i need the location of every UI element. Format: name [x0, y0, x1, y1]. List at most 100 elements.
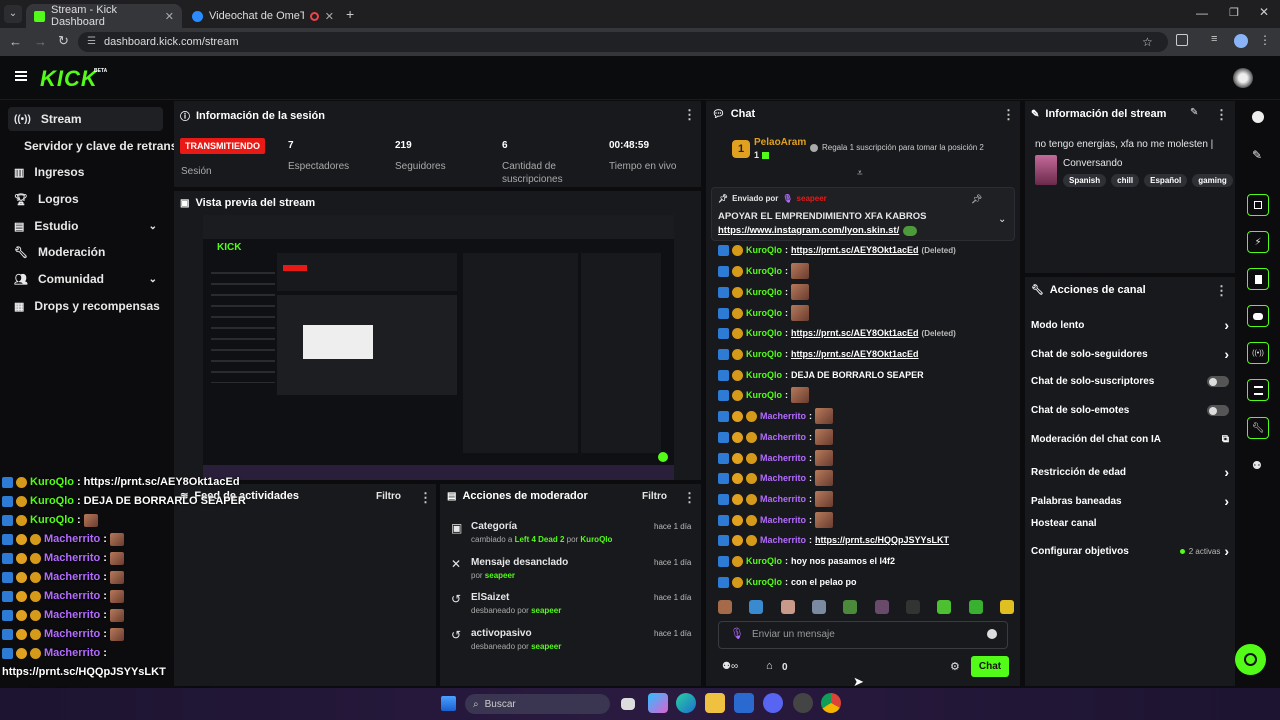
tag-chip[interactable]: Español: [1144, 174, 1188, 187]
forward-icon[interactable]: →: [34, 34, 47, 49]
chat-username[interactable]: KuroQlo: [746, 245, 782, 255]
emoji-picker-icon[interactable]: [987, 629, 997, 639]
rail-button-wrench-icon[interactable]: 🔧︎: [1247, 417, 1269, 439]
steam-icon[interactable]: [793, 693, 813, 713]
channel-actions-menu-icon[interactable]: ⋮: [1215, 283, 1228, 299]
profile-icon[interactable]: [1234, 34, 1248, 48]
sidebar-item-stream[interactable]: ((•)) Stream: [8, 107, 163, 131]
rail-button-broadcast-icon[interactable]: ((•)): [1247, 342, 1269, 364]
toggle-switch[interactable]: [1207, 405, 1229, 416]
sidebar-item-ingresos[interactable]: ▥ Ingresos: [8, 160, 163, 184]
chat-text[interactable]: https://prnt.sc/AEY8Okt1acEd: [791, 349, 919, 359]
reload-icon[interactable]: ↻: [58, 33, 69, 49]
taskbar-search[interactable]: ⌕ Buscar: [465, 694, 610, 714]
chat-username[interactable]: Macherrito: [760, 535, 806, 545]
close-tab-icon[interactable]: ✕: [325, 10, 334, 23]
community-tools-icon[interactable]: ⚉∞: [722, 661, 738, 672]
chat-username[interactable]: Macherrito: [760, 411, 806, 421]
chat-text[interactable]: https://prnt.sc/HQQpJSYYsLKT: [815, 535, 949, 545]
collapse-icon[interactable]: ⩡: [857, 168, 863, 179]
channel-action-row[interactable]: Chat de solo-emotes: [1031, 405, 1229, 416]
emote-icon[interactable]: [968, 600, 983, 614]
gift-sub-cta[interactable]: Regala 1 suscripción para tomar la posic…: [810, 143, 984, 152]
channel-action-row[interactable]: Hostear canal: [1031, 518, 1229, 529]
channel-action-row[interactable]: Palabras baneadas ›: [1031, 493, 1229, 509]
rail-button-chat-icon[interactable]: [1247, 305, 1269, 327]
sidebar-item-estudio[interactable]: ▤ Estudio ⌄: [8, 214, 163, 238]
sidebar-item-comunidad[interactable]: 👥︎ Comunidad ⌄: [8, 267, 163, 291]
mod-menu-icon[interactable]: ⋮: [683, 490, 696, 506]
discord-icon[interactable]: [763, 693, 783, 713]
tag-chip[interactable]: gaming: [1192, 174, 1233, 187]
tab-list-dropdown-icon[interactable]: ⌄: [4, 5, 22, 23]
edge-icon[interactable]: [676, 693, 696, 713]
emote-icon[interactable]: [811, 600, 826, 614]
maximize-icon[interactable]: ❐: [1229, 6, 1239, 19]
chat-settings-icon[interactable]: ⚙: [950, 660, 960, 673]
kick-logo[interactable]: KICK: [40, 66, 98, 92]
copilot-icon[interactable]: [648, 693, 668, 713]
emote-icon[interactable]: [780, 600, 795, 614]
unpin-button-icon[interactable]: 📌︎: [971, 194, 982, 205]
site-info-icon[interactable]: ☰: [87, 32, 96, 52]
chat-username[interactable]: KuroQlo: [746, 308, 782, 318]
emote-icon[interactable]: [905, 600, 920, 614]
gifter-name[interactable]: PelaoAram: [754, 137, 806, 148]
user-avatar[interactable]: [1233, 68, 1253, 88]
rail-button-list-icon[interactable]: [1247, 379, 1269, 401]
emote-icon[interactable]: [874, 600, 889, 614]
chat-username[interactable]: KuroQlo: [746, 328, 782, 338]
tab-kick-dashboard[interactable]: Stream - Kick Dashboard ✕: [26, 4, 182, 28]
emote-icon[interactable]: [749, 600, 764, 614]
rail-button-doc-icon[interactable]: [1247, 268, 1269, 290]
windows-start-icon[interactable]: [441, 696, 456, 711]
sidebar-item-server-key[interactable]: Servidor y clave de retransm: [18, 134, 178, 158]
sidebar-item-moderacion[interactable]: 🔧︎ Moderación: [8, 240, 163, 264]
minimize-icon[interactable]: —: [1196, 6, 1208, 20]
chat-username[interactable]: KuroQlo: [746, 556, 782, 566]
chat-username[interactable]: KuroQlo: [746, 266, 782, 276]
pinned-expand-icon[interactable]: ⌄: [998, 214, 1006, 225]
emote-icon[interactable]: [937, 600, 952, 614]
activity-filter-button[interactable]: Filtro: [376, 491, 401, 502]
chat-username[interactable]: KuroQlo: [746, 390, 782, 400]
new-tab-icon[interactable]: +: [346, 6, 354, 22]
tag-chip[interactable]: Spanish: [1063, 174, 1107, 187]
task-view-icon[interactable]: [621, 698, 635, 710]
chat-username[interactable]: Macherrito: [760, 494, 806, 504]
close-tab-icon[interactable]: ✕: [165, 10, 174, 23]
send-chat-button[interactable]: Chat: [971, 656, 1009, 677]
mod-filter-button[interactable]: Filtro: [642, 491, 667, 502]
toggle-switch[interactable]: [1207, 376, 1229, 387]
category-name[interactable]: Conversando: [1063, 158, 1122, 169]
channel-action-row[interactable]: Chat de solo-seguidores ›: [1031, 346, 1229, 362]
close-window-icon[interactable]: ✕: [1259, 5, 1269, 19]
chat-username[interactable]: Macherrito: [760, 515, 806, 525]
hamburger-menu-icon[interactable]: [15, 71, 27, 81]
chat-username[interactable]: Macherrito: [760, 432, 806, 442]
community-rail-icon[interactable]: ⚉: [1252, 459, 1262, 472]
tab-ometv[interactable]: Videochat de OmeTV: una ✕: [184, 4, 342, 28]
support-chat-button[interactable]: [1235, 644, 1266, 675]
channel-action-row[interactable]: Restricción de edad ›: [1031, 464, 1229, 480]
sidebar-item-drops[interactable]: ▦ Drops y recompensas: [8, 294, 163, 318]
chat-username[interactable]: Macherrito: [760, 473, 806, 483]
emote-icon[interactable]: [999, 600, 1014, 614]
chat-menu-icon[interactable]: ⋮: [1002, 107, 1015, 123]
store-icon[interactable]: [734, 693, 754, 713]
address-bar[interactable]: ☰ dashboard.kick.com/stream ☆: [78, 32, 1168, 52]
edit-rail-icon[interactable]: ✎: [1252, 148, 1262, 162]
chat-username[interactable]: KuroQlo: [746, 577, 782, 587]
chat-text[interactable]: https://prnt.sc/AEY8Okt1acEd: [791, 328, 919, 338]
channel-action-row[interactable]: Moderación del chat con IA ⧉: [1031, 434, 1229, 445]
edit-stream-info-icon[interactable]: ✎: [1190, 107, 1198, 118]
info-rail-icon[interactable]: [1252, 111, 1264, 123]
stream-preview-video[interactable]: KICK: [203, 215, 674, 480]
channel-action-row[interactable]: Modo lento ›: [1031, 317, 1229, 333]
rail-button-lightning-icon[interactable]: ⚡︎: [1247, 231, 1269, 253]
chat-text[interactable]: https://prnt.sc/AEY8Okt1acEd: [791, 245, 919, 255]
back-icon[interactable]: ←: [9, 34, 22, 49]
bookmark-star-icon[interactable]: ☆: [1142, 32, 1153, 52]
tag-chip[interactable]: chill: [1111, 174, 1140, 187]
emote-icon[interactable]: [843, 600, 858, 614]
